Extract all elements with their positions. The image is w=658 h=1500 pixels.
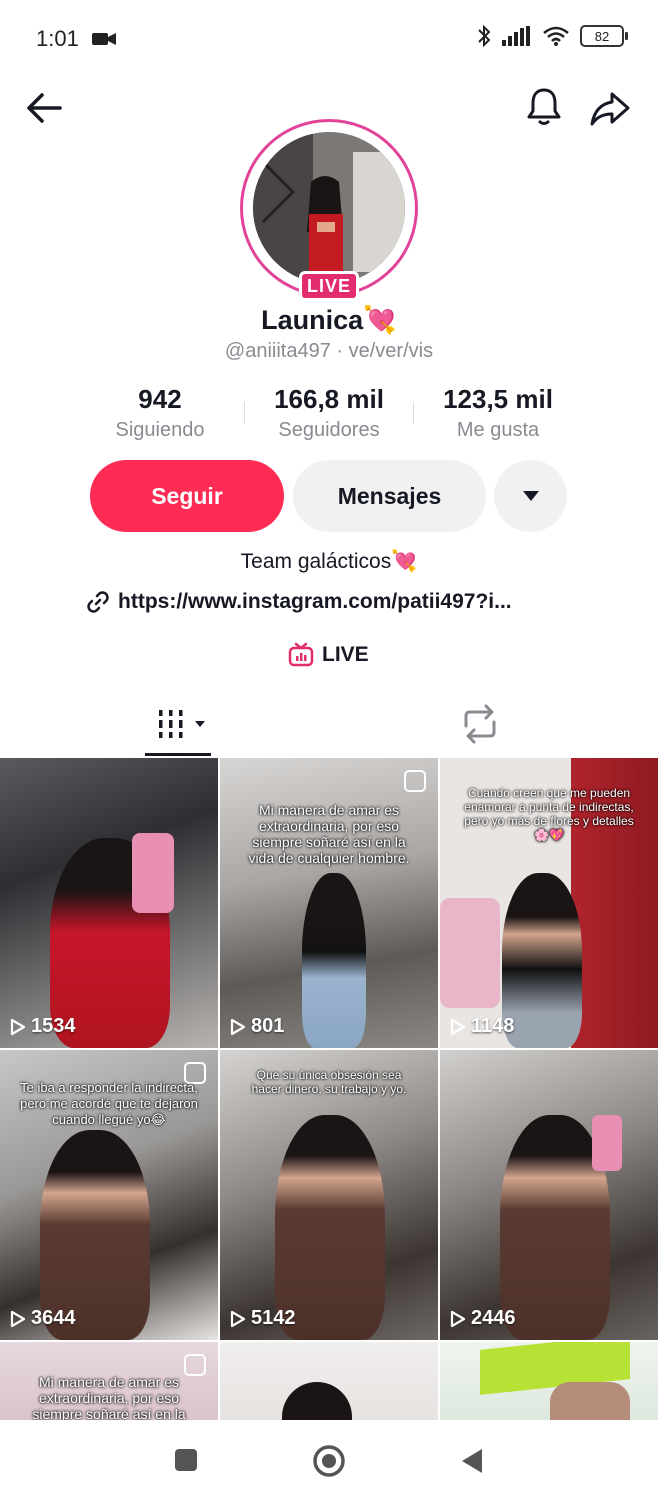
- bio-text: Team galácticos💘: [240, 550, 418, 573]
- video-thumbnail[interactable]: [220, 1342, 438, 1422]
- video-thumbnail[interactable]: 2446: [440, 1050, 658, 1340]
- view-count-number: 1148: [471, 1015, 515, 1037]
- flowers-shape: [440, 898, 500, 1008]
- video-grid: 1534 Mi manera de amar es extraordinaria…: [0, 758, 658, 1422]
- profile-tabs: [0, 690, 658, 758]
- live-badge[interactable]: LIVE: [299, 271, 359, 301]
- view-count: 1534: [10, 1015, 76, 1038]
- bell-icon[interactable]: [522, 84, 566, 128]
- videos-grid-icon[interactable]: [145, 702, 211, 746]
- figure-shape: [302, 873, 366, 1048]
- video-caption: Te iba a responder la indirecta, pero me…: [20, 1080, 198, 1127]
- stat-label: Me gusta: [456, 419, 540, 441]
- tv-icon: [288, 642, 314, 667]
- multi-photo-icon: [404, 770, 426, 792]
- view-count-number: 2446: [471, 1307, 516, 1329]
- view-count: 801: [230, 1015, 284, 1038]
- live-link[interactable]: LIVE: [288, 642, 369, 668]
- bio-link-text: https://www.instagram.com/patii497?i...: [118, 590, 512, 613]
- back-arrow-icon[interactable]: [22, 88, 66, 128]
- profile-stats: 942 Siguiendo 166,8 mil Seguidores 123,5…: [76, 384, 582, 444]
- play-icon: [230, 1310, 246, 1327]
- tab-indicator: [145, 753, 211, 756]
- play-icon: [450, 1018, 466, 1035]
- phone-shape: [132, 833, 174, 913]
- video-thumbnail[interactable]: 1534: [0, 758, 218, 1048]
- video-caption: Mi manera de amar es extraordinaria, por…: [248, 802, 410, 866]
- avatar-photo: [253, 132, 405, 284]
- back-triangle-icon[interactable]: [460, 1447, 484, 1475]
- stat-label: Seguidores: [278, 419, 380, 441]
- video-thumbnail[interactable]: Cuando creen que me pueden enamorar a pu…: [440, 758, 658, 1048]
- view-count-number: 801: [251, 1015, 285, 1037]
- view-count: 1148: [450, 1015, 514, 1038]
- more-options-button[interactable]: [494, 460, 567, 532]
- view-count-number: 1534: [31, 1015, 76, 1037]
- view-count-number: 3644: [31, 1307, 76, 1329]
- video-caption: Que su única obsesión sea hacer dinero, …: [251, 1068, 407, 1096]
- video-thumbnail[interactable]: [440, 1342, 658, 1422]
- video-camera-icon: [92, 33, 116, 45]
- face-shape: [550, 1382, 630, 1422]
- play-icon: [230, 1018, 246, 1035]
- video-thumbnail[interactable]: Que su única obsesión sea hacer dinero, …: [220, 1050, 438, 1340]
- battery-level: 82: [594, 28, 610, 44]
- wifi-icon: [543, 26, 569, 46]
- stat-likes[interactable]: 123,5 mil Me gusta: [414, 384, 582, 444]
- system-nav-bar: [0, 1420, 658, 1500]
- video-thumbnail[interactable]: Mi manera de amar es extraordinaria, por…: [0, 1342, 218, 1422]
- share-icon[interactable]: [588, 86, 632, 130]
- stat-value: 123,5 mil: [443, 384, 553, 414]
- username: @aniiita497 · ve/ver/vis: [224, 340, 434, 362]
- follow-button[interactable]: Seguir: [90, 460, 284, 532]
- view-count: 5142: [230, 1307, 296, 1330]
- recents-square-icon[interactable]: [174, 1448, 198, 1472]
- play-icon: [10, 1018, 26, 1035]
- signal-icon: [502, 26, 530, 46]
- view-count-number: 5142: [251, 1307, 296, 1329]
- avatar: [253, 132, 405, 284]
- video-thumbnail[interactable]: Mi manera de amar es extraordinaria, por…: [220, 758, 438, 1048]
- video-caption: Mi manera de amar es extraordinaria, por…: [32, 1374, 186, 1422]
- status-time: 1:01: [36, 26, 79, 51]
- home-circle-icon[interactable]: [312, 1444, 346, 1478]
- stat-value: 166,8 mil: [274, 384, 384, 414]
- display-name: Launica💘: [261, 305, 397, 335]
- video-thumbnail[interactable]: Te iba a responder la indirecta, pero me…: [0, 1050, 218, 1340]
- caret-down-icon: [522, 491, 539, 501]
- hair-shape: [282, 1382, 352, 1422]
- phone-shape: [592, 1115, 622, 1171]
- play-icon: [10, 1310, 26, 1327]
- messages-button[interactable]: Mensajes: [293, 460, 486, 532]
- live-link-label: LIVE: [322, 643, 369, 666]
- status-bar: 1:01 82: [0, 0, 658, 80]
- bluetooth-icon: [478, 24, 491, 48]
- status-icons: 82: [476, 24, 628, 48]
- link-icon: [87, 591, 109, 613]
- stat-label: Siguiendo: [115, 419, 205, 441]
- stat-followers[interactable]: 166,8 mil Seguidores: [245, 384, 413, 444]
- play-icon: [450, 1310, 466, 1327]
- stat-value: 942: [138, 384, 182, 414]
- view-count: 3644: [10, 1307, 76, 1330]
- view-count: 2446: [450, 1307, 516, 1330]
- video-caption: Cuando creen que me pueden enamorar a pu…: [464, 786, 634, 842]
- stat-following[interactable]: 942 Siguiendo: [76, 384, 244, 444]
- multi-photo-icon: [184, 1354, 206, 1376]
- battery-indicator: 82: [580, 25, 628, 47]
- bio-link[interactable]: https://www.instagram.com/patii497?i...: [86, 587, 586, 617]
- repost-icon[interactable]: [458, 704, 502, 744]
